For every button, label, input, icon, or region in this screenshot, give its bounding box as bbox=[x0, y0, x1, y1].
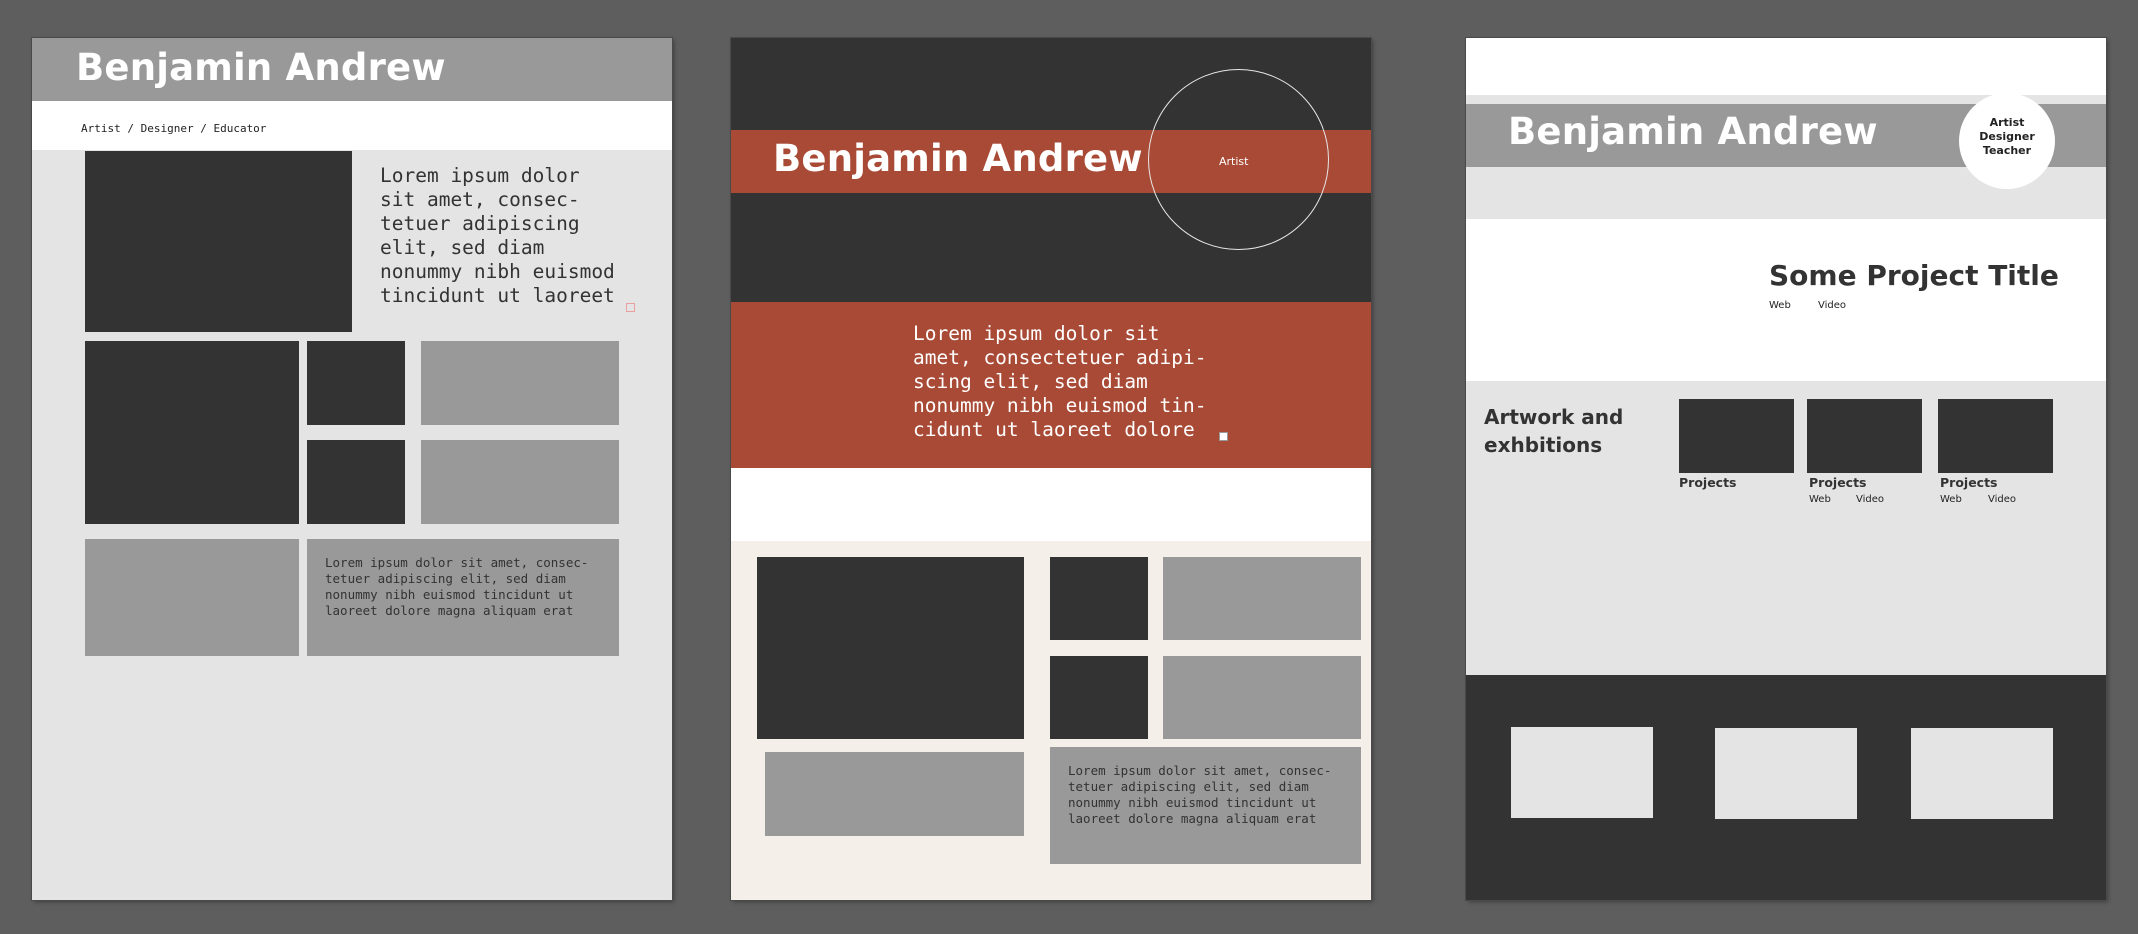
intro-text[interactable]: Lorem ipsum dolor sit amet, consectetuer… bbox=[913, 322, 1207, 442]
footer-placeholder[interactable] bbox=[1911, 728, 2053, 819]
image-placeholder[interactable] bbox=[307, 440, 405, 524]
project-label[interactable]: Projects bbox=[1679, 475, 1737, 490]
spacer-band bbox=[731, 468, 1371, 541]
project-tag[interactable]: Web bbox=[1809, 494, 1831, 505]
page-title[interactable]: Benjamin Andrew bbox=[76, 46, 446, 89]
image-placeholder[interactable] bbox=[85, 539, 299, 656]
caption-text[interactable]: Lorem ipsum dolor sit amet, consec- tetu… bbox=[1068, 763, 1331, 827]
project-tag[interactable]: Web bbox=[1940, 494, 1962, 505]
image-placeholder[interactable] bbox=[1050, 656, 1148, 739]
roles-text[interactable]: Artist / Designer / Educator bbox=[81, 122, 266, 135]
project-tag[interactable]: Video bbox=[1988, 494, 2016, 505]
footer-placeholder[interactable] bbox=[1715, 728, 1857, 819]
section-heading[interactable]: Artwork and exhbitions bbox=[1484, 403, 1623, 459]
project-label[interactable]: Projects bbox=[1809, 475, 1867, 490]
image-placeholder[interactable] bbox=[765, 752, 1024, 836]
text-overflow-handle[interactable] bbox=[1219, 432, 1228, 441]
layout-page-2[interactable]: Benjamin Andrew Artist Lorem ipsum dolor… bbox=[731, 38, 1371, 900]
image-placeholder[interactable] bbox=[1163, 557, 1361, 640]
image-placeholder[interactable] bbox=[1050, 557, 1148, 640]
project-tag[interactable]: Video bbox=[1818, 300, 1846, 311]
layout-page-3[interactable]: Benjamin Andrew Artist Designer Teacher … bbox=[1466, 38, 2106, 900]
image-placeholder[interactable] bbox=[85, 151, 352, 332]
layout-page-1[interactable]: Benjamin Andrew Artist / Designer / Educ… bbox=[32, 38, 672, 900]
badge-line: Designer bbox=[1979, 130, 2035, 143]
intro-text[interactable]: Lorem ipsum dolor sit amet, consec- tetu… bbox=[380, 164, 615, 308]
top-band bbox=[1466, 38, 2106, 95]
project-label[interactable]: Projects bbox=[1940, 475, 1998, 490]
project-tag[interactable]: Video bbox=[1856, 494, 1884, 505]
project-thumb[interactable] bbox=[1938, 399, 2053, 473]
badge-line: Teacher bbox=[1982, 144, 2032, 157]
role-text[interactable]: Artist bbox=[1219, 155, 1248, 168]
image-placeholder[interactable] bbox=[421, 440, 619, 524]
page-title[interactable]: Benjamin Andrew bbox=[773, 137, 1143, 180]
page-title[interactable]: Benjamin Andrew bbox=[1508, 110, 1878, 153]
image-placeholder[interactable] bbox=[85, 341, 299, 524]
image-placeholder[interactable] bbox=[1163, 656, 1361, 739]
project-thumb[interactable] bbox=[1679, 399, 1794, 473]
image-placeholder[interactable] bbox=[307, 341, 405, 425]
footer-placeholder[interactable] bbox=[1511, 727, 1653, 818]
project-thumb[interactable] bbox=[1807, 399, 1922, 473]
caption-text[interactable]: Lorem ipsum dolor sit amet, consec- tetu… bbox=[325, 555, 588, 619]
project-title[interactable]: Some Project Title bbox=[1769, 259, 2059, 292]
image-placeholder[interactable] bbox=[421, 341, 619, 425]
badge-line: Artist bbox=[1989, 116, 2025, 129]
image-placeholder[interactable] bbox=[757, 557, 1024, 739]
role-badge[interactable]: Artist Designer Teacher bbox=[1959, 93, 2055, 189]
project-tag[interactable]: Web bbox=[1769, 300, 1791, 311]
text-overflow-handle[interactable] bbox=[626, 303, 635, 312]
